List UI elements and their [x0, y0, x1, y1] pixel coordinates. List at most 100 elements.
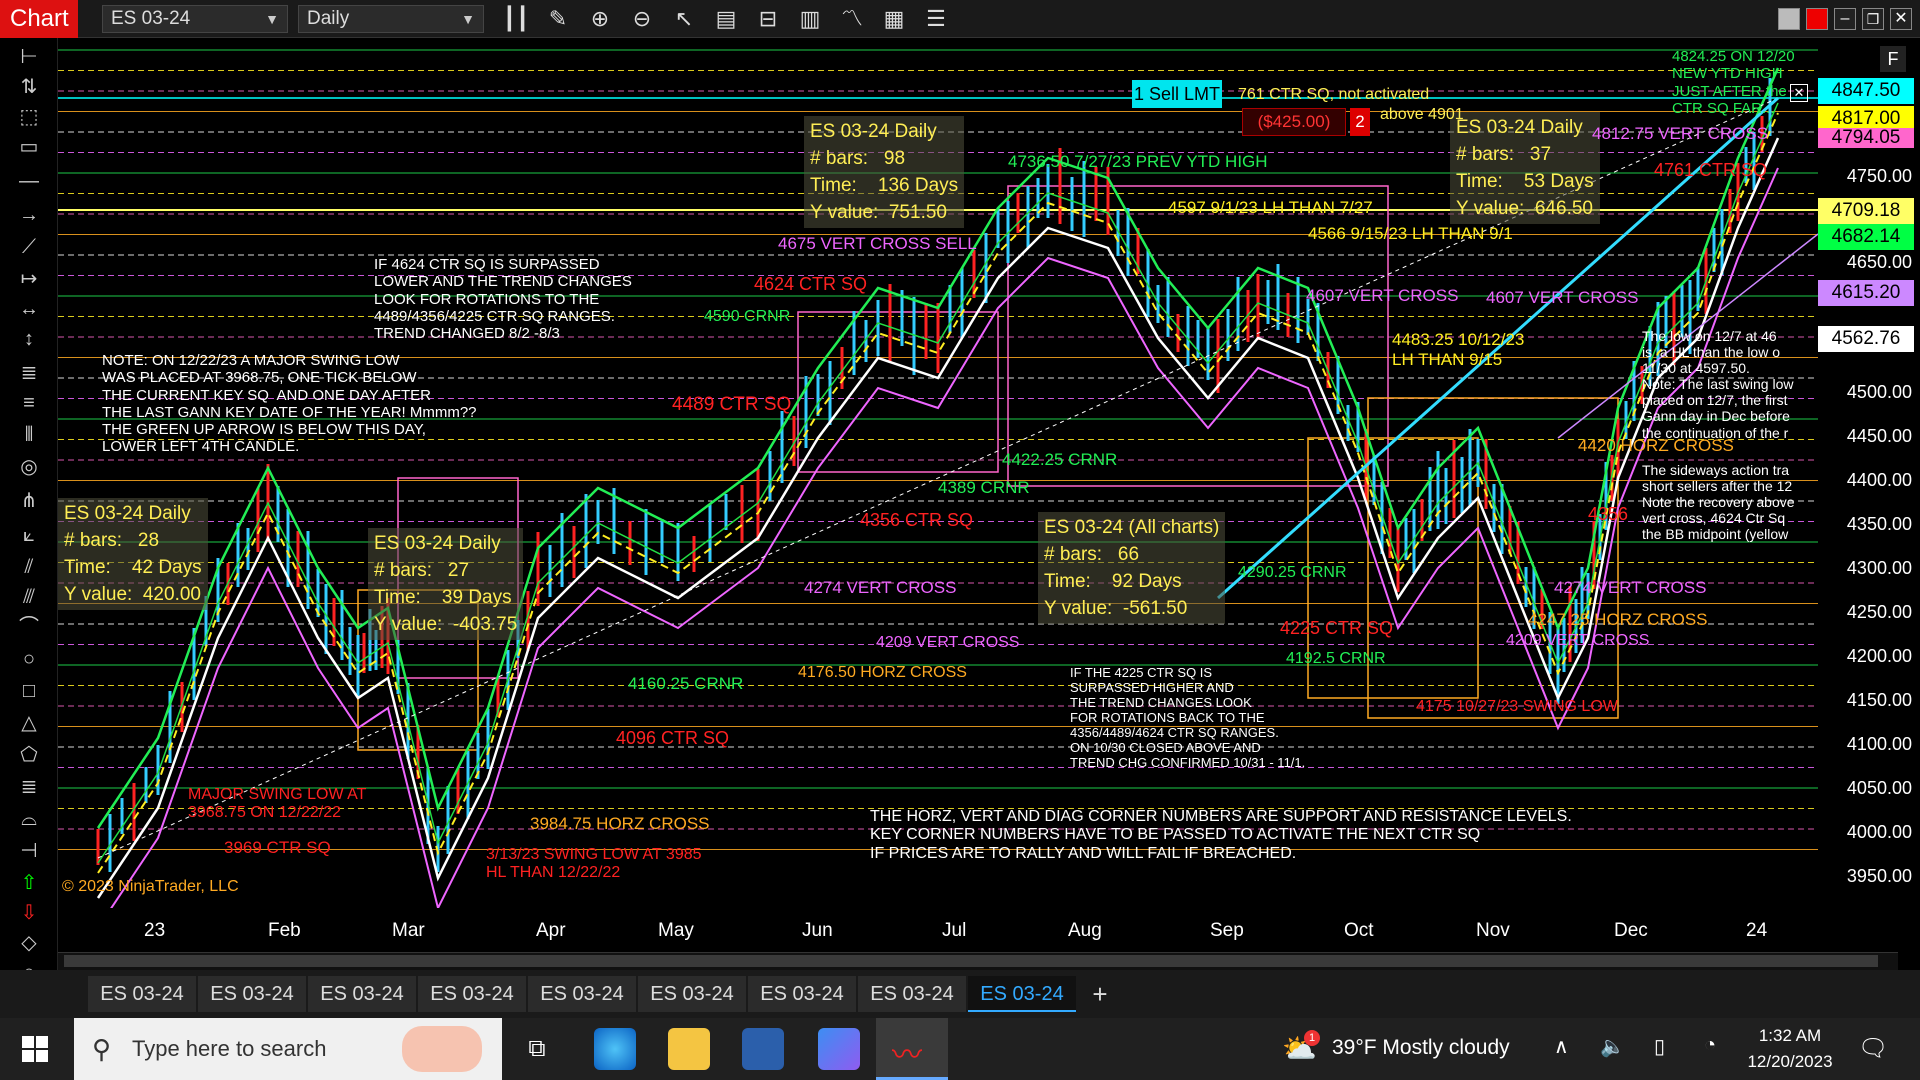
regression-channel-icon[interactable]: ⫽	[16, 554, 42, 580]
path-icon[interactable]: ⌓	[16, 806, 42, 832]
andrews-pitchfork-icon[interactable]: ⋔	[16, 488, 42, 514]
label-3969-ctr: 3969 CTR SQ	[224, 838, 331, 857]
maximize-icon[interactable]: ❐	[1862, 8, 1884, 30]
text-icon[interactable]: ≣	[16, 774, 42, 800]
tab-es-03-24[interactable]: ES 03-24	[638, 976, 746, 1012]
price-axis[interactable]: F 4847.50 4817.00 4794.05 4709.18 4682.1…	[1818, 38, 1920, 908]
templates-icon[interactable]: ⊟	[754, 5, 782, 33]
properties-icon[interactable]: ▦	[880, 5, 908, 33]
price-box-violet: 4615.20	[1818, 280, 1914, 306]
edge-icon[interactable]	[594, 1028, 636, 1070]
horizontal-line-icon[interactable]: ↔	[16, 296, 42, 322]
circle-target-icon[interactable]: ◎	[16, 454, 42, 480]
price-range-icon[interactable]: ⬚	[16, 104, 42, 130]
data-box-icon[interactable]: ▤	[712, 5, 740, 33]
region-icon[interactable]: ▭	[16, 134, 42, 160]
ruler-icon[interactable]: ⊢	[16, 44, 42, 70]
tab-es-03-24[interactable]: ES 03-24	[198, 976, 306, 1012]
marker-icon[interactable]: ⊣	[16, 838, 42, 864]
search-placeholder: Type here to search	[132, 1036, 327, 1061]
label-above-4901: above 4901	[1380, 106, 1464, 123]
clock-time[interactable]: 1:32 AM	[1740, 1026, 1840, 1046]
price-box-white: 4562.76	[1818, 326, 1914, 352]
polygon-icon[interactable]: ⬠	[16, 742, 42, 768]
calculator-icon[interactable]	[742, 1028, 784, 1070]
copilot-icon[interactable]	[818, 1028, 860, 1070]
label-swing-313: 3/13/23 SWING LOW AT 3985 HL THAN 12/22/…	[486, 846, 702, 882]
list-icon[interactable]: ☰	[922, 5, 950, 33]
label-4761-ctr: 4761 CTR SQ	[1654, 160, 1768, 180]
label-vert-4209: 4209 VERT CROSS	[876, 634, 1020, 651]
label-horz-4420: 4420 HORZ CROSS	[1578, 436, 1734, 455]
x-tick: Sep	[1210, 920, 1244, 941]
file-explorer-icon[interactable]	[668, 1028, 710, 1070]
chart-panel[interactable]: ES 03-24 Daily # bars: 28 Time: 42 Days …	[58, 38, 1818, 908]
risk-reward-icon[interactable]: ⇅	[16, 74, 42, 100]
strategies-icon[interactable]: 〽	[838, 5, 866, 33]
triangle-icon[interactable]: △	[16, 710, 42, 736]
chevron-up-icon[interactable]: ∧	[1554, 1034, 1569, 1059]
chevron-down-icon: ▼	[461, 11, 475, 27]
arrow-line-icon[interactable]: ↦	[16, 266, 42, 292]
indicators-icon[interactable]: ▥	[796, 5, 824, 33]
zoom-out-icon[interactable]: ⊖	[628, 5, 656, 33]
line-icon[interactable]: —	[16, 168, 42, 194]
price-box-cyan: 4847.50	[1818, 78, 1914, 104]
arc-icon[interactable]: ⌒	[16, 614, 42, 640]
add-tab-button[interactable]: +	[1084, 976, 1116, 1012]
taskbar-search-input[interactable]: ⚲ Type here to search	[74, 1018, 502, 1080]
x-tick: 24	[1746, 920, 1768, 941]
clock-date[interactable]: 12/20/2023	[1740, 1052, 1840, 1072]
vertical-line-icon[interactable]: ↕	[16, 326, 42, 352]
tab-es-03-24[interactable]: ES 03-24	[858, 976, 966, 1012]
time-extension-icon[interactable]: ⦀	[16, 422, 42, 448]
label-crnr-4389: 4389 CRNR	[938, 478, 1030, 497]
chart-title-tab[interactable]: Chart	[0, 0, 78, 38]
arrow-down-icon[interactable]: ⇩	[16, 900, 42, 926]
arrow-up-icon[interactable]: ⇧	[16, 870, 42, 896]
ray-icon[interactable]: →	[16, 202, 42, 228]
trend-channel-icon[interactable]: ⫻	[16, 584, 42, 610]
pointer-icon[interactable]: ↖	[670, 5, 698, 33]
interval-selector[interactable]: Daily ▼	[298, 5, 484, 33]
network-icon[interactable]: ◔	[1704, 1034, 1716, 1057]
rectangle-icon[interactable]: □	[16, 678, 42, 704]
tab-es-03-24[interactable]: ES 03-24	[748, 976, 856, 1012]
scrollbar-thumb[interactable]	[64, 955, 1878, 967]
diamond-icon[interactable]: ◇	[16, 930, 42, 956]
order-quantity[interactable]: 2	[1350, 108, 1370, 136]
tab-es-03-24[interactable]: ES 03-24	[418, 976, 526, 1012]
instrument-selector[interactable]: ES 03-24 ▼	[102, 5, 288, 33]
tab-es-03-24-active[interactable]: ES 03-24	[968, 976, 1076, 1012]
order-close-icon[interactable]: ✕	[1790, 84, 1808, 102]
note-swing-low: NOTE: ON 12/22/23 A MAJOR SWING LOW WAS …	[102, 352, 477, 456]
notifications-icon[interactable]: 🗨	[1858, 1034, 1888, 1063]
x-tick: Jul	[942, 920, 967, 941]
bar-type-icon[interactable]: ┃┃	[502, 5, 530, 33]
windows-start-icon[interactable]	[22, 1036, 48, 1062]
fib-extension-icon[interactable]: ≡	[16, 390, 42, 416]
close-icon[interactable]: ✕	[1890, 8, 1912, 30]
tab-es-03-24[interactable]: ES 03-24	[88, 976, 196, 1012]
battery-icon[interactable]: ▯	[1654, 1034, 1665, 1059]
flat-icon[interactable]: F	[1880, 46, 1906, 72]
link-color-icon[interactable]	[1806, 8, 1828, 30]
horizontal-scrollbar[interactable]	[58, 952, 1898, 970]
restore-icon[interactable]	[1778, 8, 1800, 30]
tab-es-03-24[interactable]: ES 03-24	[308, 976, 416, 1012]
label-vert-4607b: 4607 VERT CROSS	[1486, 288, 1639, 307]
zoom-in-icon[interactable]: ⊕	[586, 5, 614, 33]
tab-es-03-24[interactable]: ES 03-24	[528, 976, 636, 1012]
gann-fan-icon[interactable]: ⟀	[16, 522, 42, 548]
extended-line-icon[interactable]: ⟋	[16, 234, 42, 260]
minimize-icon[interactable]: –	[1834, 8, 1856, 30]
fibonacci-icon[interactable]: ≣	[16, 360, 42, 386]
speaker-icon[interactable]: 🔈	[1600, 1034, 1625, 1059]
pencil-icon[interactable]: ✎	[544, 5, 572, 33]
weather-text[interactable]: 39°F Mostly cloudy	[1332, 1036, 1510, 1060]
sell-limit-order-marker[interactable]: 1 Sell LMT	[1132, 80, 1222, 108]
ellipse-icon[interactable]: ○	[16, 646, 42, 672]
task-view-icon[interactable]: ⧉	[522, 1034, 552, 1064]
ninjatrader-taskbar-button[interactable]: 〰	[876, 1018, 948, 1080]
y-tick: 3950.00	[1846, 866, 1912, 886]
